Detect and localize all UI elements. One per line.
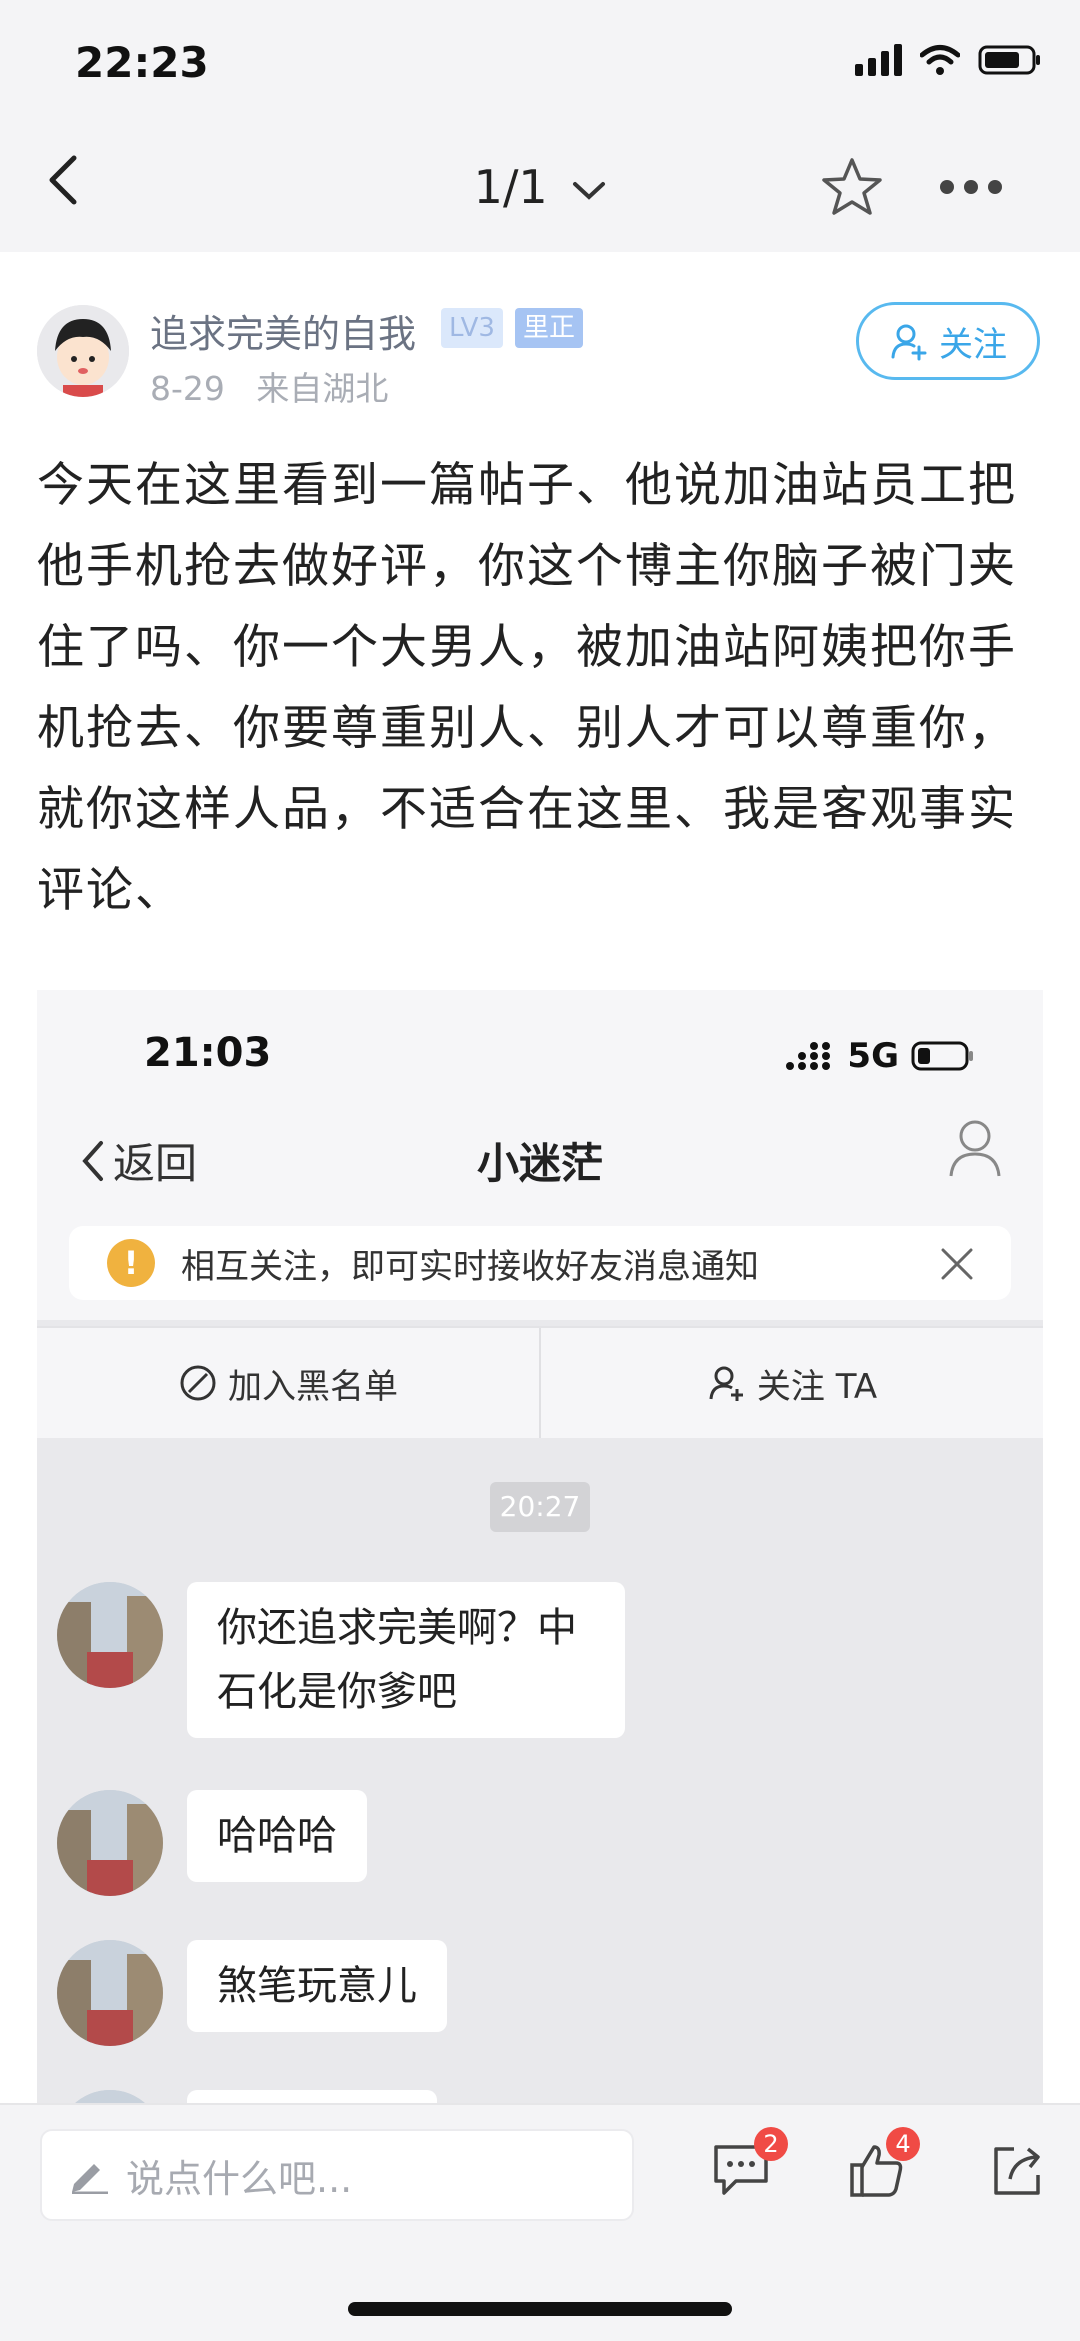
embedded-block-action: 加入黑名单 [37, 1328, 539, 1438]
author-avatar[interactable] [37, 305, 129, 397]
author-name[interactable]: 追求完美的自我 [150, 303, 416, 358]
comment-input[interactable]: 说点什么吧... [40, 2129, 634, 2221]
cellular-signal-icon [786, 1042, 831, 1070]
add-user-icon [891, 324, 927, 361]
embedded-block-label: 加入黑名单 [228, 1366, 398, 1407]
op-badge: 里正 [515, 308, 584, 348]
post-body: 今天在这里看到一篇帖子、他说加油站员工把他手机抢去做好评，你这个博主你脑子被门夹… [37, 458, 1017, 918]
share-button[interactable] [990, 2141, 1046, 2203]
message-bubble: 煞笔玩意儿 [187, 1940, 447, 2032]
post-image[interactable]: 21:03 5G 返回 小迷茫 ! 相互关注，即可实时接收好友消息通知 加入黑名… [37, 990, 1043, 2110]
share-icon [994, 2147, 1040, 2195]
block-icon [180, 1365, 216, 1401]
list-item: 你还追求完美啊？中石化是你爹吧 [57, 1582, 625, 1738]
like-count-badge: 4 [886, 2127, 920, 2161]
battery-icon [911, 1041, 973, 1071]
wifi-icon [920, 45, 960, 75]
home-indicator[interactable] [348, 2302, 732, 2316]
post-location: 来自湖北 [256, 369, 389, 408]
status-icons [855, 44, 1042, 76]
embedded-network: 5G [847, 1036, 899, 1076]
like-button[interactable]: 4 [848, 2127, 920, 2203]
cellular-signal-icon [855, 44, 902, 76]
post-meta: 8-29 来自湖北 [150, 362, 388, 410]
sender-avatar [57, 1940, 163, 2046]
top-bar: 22:23 1/1 [0, 0, 1080, 252]
chevron-down-icon [573, 181, 606, 200]
post-date: 8-29 [150, 369, 225, 408]
more-icon[interactable] [940, 180, 1002, 194]
list-item: 煞笔玩意儿 [57, 1940, 447, 2046]
follow-button[interactable]: 关注 [856, 302, 1040, 380]
sender-avatar [57, 1582, 163, 1688]
list-item: 哈哈哈 [57, 1790, 367, 1896]
follow-button-label: 关注 [939, 324, 1007, 365]
warning-icon: ! [107, 1239, 155, 1287]
embedded-notice: ! 相互关注，即可实时接收好友消息通知 [69, 1226, 1011, 1300]
sender-avatar [57, 1790, 163, 1896]
message-bubble: 你还追求完美啊？中石化是你爹吧 [187, 1582, 625, 1738]
embedded-notice-text: 相互关注，即可实时接收好友消息通知 [181, 1246, 759, 1287]
comment-count-badge: 2 [754, 2127, 788, 2161]
pencil-icon [72, 2164, 108, 2194]
battery-icon [978, 45, 1040, 75]
embedded-status-icons: 5G [785, 1036, 975, 1076]
message-bubble: 哈哈哈 [187, 1790, 367, 1882]
level-badge: LV3 [441, 308, 503, 348]
star-icon[interactable] [820, 156, 884, 218]
embedded-status-time: 21:03 [144, 1030, 272, 1076]
embedded-follow-action: 关注 TA [539, 1328, 1043, 1438]
status-time: 22:23 [75, 38, 209, 87]
page-indicator-label: 1/1 [473, 160, 548, 214]
add-user-icon [709, 1366, 743, 1401]
embedded-chat-title: 小迷茫 [476, 1139, 603, 1188]
close-icon [941, 1248, 973, 1280]
embedded-timestamp: 20:27 [490, 1482, 590, 1532]
embedded-action-bar: 加入黑名单 关注 TA [37, 1326, 1043, 1438]
comment-button[interactable]: 2 [710, 2127, 788, 2203]
embedded-follow-label: 关注 TA [756, 1366, 878, 1407]
page-indicator[interactable]: 1/1 [0, 160, 1080, 214]
user-icon [949, 1120, 1001, 1177]
comment-placeholder: 说点什么吧... [126, 2156, 353, 2201]
avatar-illustration [37, 305, 129, 397]
